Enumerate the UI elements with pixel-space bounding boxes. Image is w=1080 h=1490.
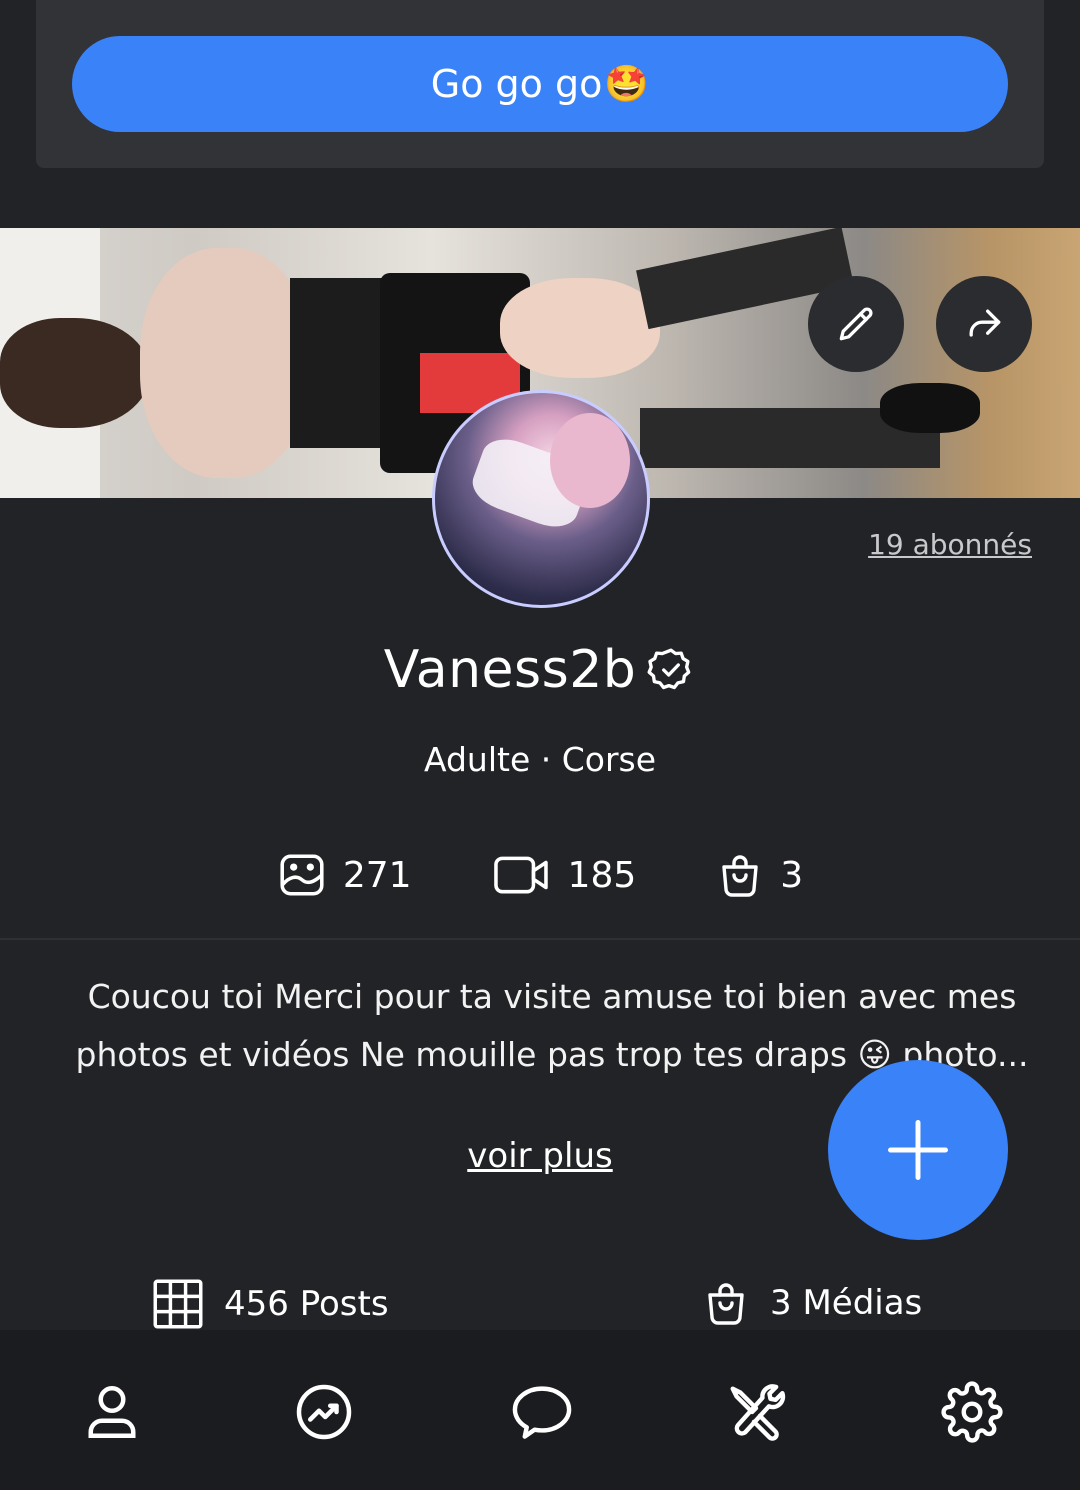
- trending-icon: [296, 1384, 352, 1440]
- go-button-label: Go go go: [430, 62, 603, 106]
- nav-messages[interactable]: [510, 1380, 574, 1444]
- edit-icon: [839, 307, 873, 341]
- stat-shop[interactable]: 3: [716, 850, 803, 900]
- star-struck-emoji: 🤩: [604, 64, 650, 105]
- video-icon: [493, 856, 548, 894]
- tab-posts[interactable]: 456 Posts: [152, 1278, 389, 1330]
- nav-profile[interactable]: [80, 1380, 144, 1444]
- share-icon: [969, 309, 1001, 337]
- profile-name-row: Vaness2b: [0, 640, 1080, 700]
- shopping-bag-icon: [722, 855, 758, 897]
- tab-media[interactable]: 3 Médias: [702, 1278, 922, 1328]
- nav-settings[interactable]: [940, 1380, 1004, 1444]
- subscribers-link[interactable]: 19 abonnés: [868, 528, 1032, 561]
- tools-icon: [730, 1384, 786, 1441]
- nav-stats[interactable]: [292, 1380, 356, 1444]
- content-tabs: 456 Posts 3 Médias: [0, 1278, 1080, 1330]
- profile-name: Vaness2b: [383, 640, 637, 700]
- user-icon: [88, 1386, 136, 1438]
- edit-cover-button[interactable]: [808, 276, 904, 372]
- shopping-bag-icon: [708, 1283, 744, 1325]
- stat-photos-value: 271: [342, 854, 412, 896]
- tab-media-label: 3 Médias: [770, 1283, 923, 1323]
- stat-shop-value: 3: [780, 854, 804, 896]
- image-icon: [280, 854, 324, 896]
- nav-tools[interactable]: [724, 1380, 788, 1444]
- bottom-navigation: [0, 1330, 1080, 1490]
- go-go-go-button[interactable]: Go go go 🤩: [72, 36, 1008, 132]
- stat-videos-value: 185: [567, 854, 637, 896]
- create-post-fab[interactable]: [828, 1060, 1008, 1240]
- profile-stats: 271 185 3: [0, 850, 1080, 900]
- share-profile-button[interactable]: [936, 276, 1032, 372]
- settings-icon: [941, 1381, 1003, 1443]
- stat-photos[interactable]: 271: [277, 850, 412, 900]
- promo-card: Go go go 🤩: [36, 0, 1044, 168]
- profile-avatar[interactable]: [432, 390, 650, 608]
- tab-posts-label: 456 Posts: [224, 1284, 389, 1324]
- verified-badge-icon: [647, 648, 691, 690]
- section-divider: [0, 938, 1080, 940]
- profile-category: Adulte · Corse: [423, 740, 657, 779]
- chat-icon: [512, 1386, 572, 1439]
- grid-icon: [153, 1279, 203, 1329]
- stat-videos[interactable]: 185: [492, 850, 637, 900]
- bio-line-1: Coucou toi Merci pour ta visite amuse to…: [87, 977, 1017, 1016]
- plus-icon: [888, 1120, 948, 1180]
